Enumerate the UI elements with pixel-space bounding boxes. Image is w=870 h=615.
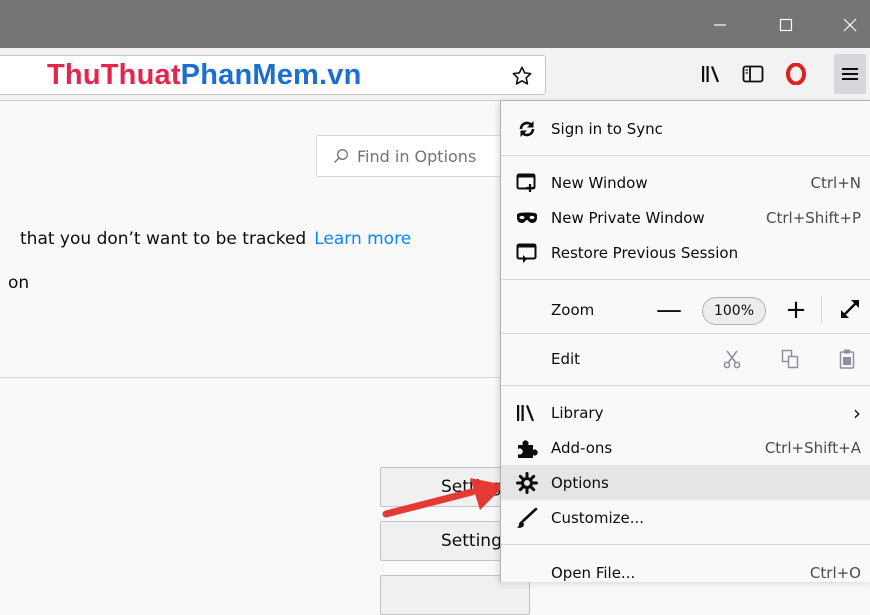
chevron-right-icon: › <box>853 400 861 425</box>
options-label: Options <box>551 473 609 492</box>
new-window-label: New Window <box>551 173 648 192</box>
search-icon <box>334 149 348 163</box>
zoom-out-button[interactable]: — <box>656 280 682 340</box>
private-mask-icon <box>515 206 539 230</box>
minimize-icon <box>714 24 726 26</box>
bookmark-star-icon[interactable] <box>511 65 533 87</box>
menu-item-restore-session[interactable]: Restore Previous Session <box>501 235 870 270</box>
menu-item-library[interactable]: Library › <box>501 395 870 430</box>
find-in-options-input[interactable]: Find in Options <box>316 135 502 177</box>
gear-icon <box>515 471 539 495</box>
menu-item-zoom: Zoom — 100% + <box>501 280 870 340</box>
sync-icon <box>515 117 539 141</box>
restore-session-icon <box>515 241 539 265</box>
partial-label: on <box>8 273 30 293</box>
menu-item-open-file[interactable]: Open File... Ctrl+O <box>501 555 870 590</box>
addons-label: Add-ons <box>551 438 613 457</box>
url-bar[interactable]: ThuThuatPhanMem.vn <box>0 55 546 95</box>
new-window-icon <box>515 171 539 195</box>
library-icon <box>515 401 539 425</box>
section-divider <box>0 377 500 378</box>
sync-label: Sign in to Sync <box>551 119 663 138</box>
menu-item-sign-in-sync[interactable]: Sign in to Sync <box>501 111 870 146</box>
maximize-button[interactable] <box>766 8 806 42</box>
open-menu-button[interactable] <box>834 54 866 94</box>
close-icon <box>843 18 857 32</box>
puzzle-piece-icon <box>515 436 539 460</box>
new-window-shortcut: Ctrl+N <box>810 173 861 192</box>
watermark-logo: ThuThuatPhanMem.vn <box>47 56 362 94</box>
zoom-in-button[interactable]: + <box>784 280 808 340</box>
learn-more-link[interactable]: Learn more <box>314 229 411 249</box>
navigation-toolbar: ThuThuatPhanMem.vn <box>0 48 870 101</box>
paste-icon[interactable] <box>839 348 855 370</box>
menu-separator <box>501 333 870 334</box>
menu-separator <box>501 544 870 545</box>
find-in-options-placeholder: Find in Options <box>357 147 477 166</box>
sidebar-icon <box>742 65 764 83</box>
zoom-divider <box>821 296 822 324</box>
menu-item-new-private-window[interactable]: New Private Window Ctrl+Shift+P <box>501 200 870 235</box>
customize-label: Customize... <box>551 508 645 527</box>
open-file-label: Open File... <box>551 563 636 582</box>
new-private-window-label: New Private Window <box>551 208 705 227</box>
watermark-part-3: .vn <box>319 59 362 91</box>
menu-item-edit: Edit <box>501 341 870 377</box>
new-private-window-shortcut: Ctrl+Shift+P <box>766 208 861 227</box>
minimize-button[interactable] <box>700 8 740 42</box>
open-file-shortcut: Ctrl+O <box>809 563 861 582</box>
menu-separator <box>501 155 870 156</box>
menu-item-addons[interactable]: Add-ons Ctrl+Shift+A <box>501 430 870 465</box>
zoom-reset-button[interactable]: 100% <box>702 297 766 325</box>
restore-session-label: Restore Previous Session <box>551 243 739 262</box>
watermark-part-2: PhanMem <box>180 59 320 91</box>
library-label: Library <box>551 403 604 422</box>
sidebar-toolbar-button[interactable] <box>741 63 765 85</box>
paintbrush-icon <box>515 506 539 530</box>
opera-icon <box>786 63 806 85</box>
hamburger-menu-icon <box>842 68 858 80</box>
close-window-button[interactable] <box>830 8 870 42</box>
maximize-icon <box>779 18 793 32</box>
menu-item-new-window[interactable]: New Window Ctrl+N <box>501 165 870 200</box>
library-toolbar-button[interactable] <box>700 63 724 85</box>
cut-icon[interactable] <box>723 349 741 369</box>
library-icon <box>702 66 720 83</box>
tracking-text: that you don’t want to be tracked Learn m… <box>20 229 411 249</box>
watermark-part-1: ThuThuat <box>47 59 181 91</box>
annotation-arrow <box>382 478 505 518</box>
menu-separator <box>501 385 870 386</box>
opera-extension-button[interactable] <box>784 63 808 85</box>
copy-icon[interactable] <box>781 349 799 369</box>
edit-label: Edit <box>551 350 581 368</box>
app-menu-panel: Sign in to Sync New Window Ctrl+N New Pr… <box>500 100 870 582</box>
title-bar <box>0 0 870 48</box>
fullscreen-icon[interactable] <box>839 298 861 320</box>
addons-shortcut: Ctrl+Shift+A <box>764 438 861 457</box>
tracking-description: that you don’t want to be tracked <box>20 229 307 249</box>
menu-item-customize[interactable]: Customize... <box>501 500 870 535</box>
zoom-label: Zoom <box>551 301 595 319</box>
menu-item-options[interactable]: Options <box>501 465 870 500</box>
